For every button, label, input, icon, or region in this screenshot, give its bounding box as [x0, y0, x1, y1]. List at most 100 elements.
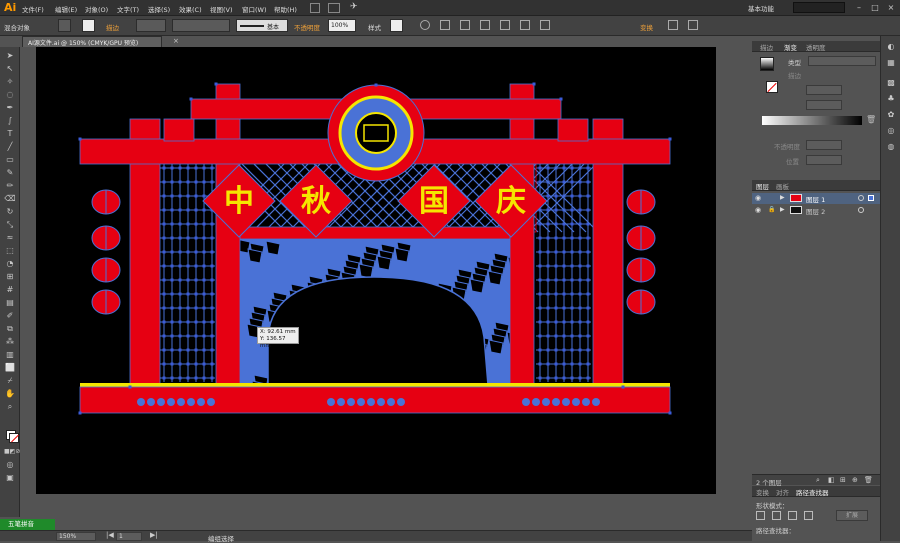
- free-transform-tool-icon[interactable]: ⬚: [4, 246, 16, 256]
- ime-status[interactable]: 五笔拼音: [0, 519, 55, 530]
- exclude-icon[interactable]: [804, 511, 813, 520]
- warp-tool-icon[interactable]: ≈: [4, 233, 16, 243]
- eyedropper-tool-icon[interactable]: ✐: [4, 311, 16, 321]
- tab-align[interactable]: 对齐: [776, 487, 789, 497]
- eye-icon[interactable]: ◉: [755, 206, 761, 214]
- zoom-tool-icon[interactable]: ⌕: [4, 402, 16, 412]
- gpu-icon[interactable]: ✈: [350, 2, 358, 12]
- symbol-sprayer-tool-icon[interactable]: ⁂: [4, 337, 16, 347]
- arrange-documents-icon[interactable]: [328, 3, 340, 13]
- variable-width-select[interactable]: [172, 19, 230, 32]
- screen-mode-icon[interactable]: ▣: [4, 473, 16, 483]
- align-bottom-icon[interactable]: [540, 20, 550, 30]
- layer-name[interactable]: 图层 2: [806, 206, 825, 216]
- close-window-button[interactable]: ×: [883, 2, 899, 13]
- scale-tool-icon[interactable]: ⤡: [4, 220, 16, 230]
- artboard-canvas[interactable]: 中 秋 国 庆 X: 92.61 mm Y: 136.57 mm: [36, 47, 716, 494]
- shape-builder-tool-icon[interactable]: ◔: [4, 259, 16, 269]
- hand-tool-icon[interactable]: ✋: [4, 389, 16, 399]
- isolate-group-icon[interactable]: [668, 20, 678, 30]
- menu-view[interactable]: 视图(V): [210, 4, 233, 14]
- direct-selection-tool-icon[interactable]: ↖: [4, 64, 16, 74]
- selection-tool-icon[interactable]: ➤: [4, 51, 16, 61]
- artboard-tool-icon[interactable]: ⬜: [4, 363, 16, 373]
- gradient-type-select[interactable]: [808, 56, 876, 66]
- tab-stroke[interactable]: 描边: [760, 42, 773, 52]
- gradient-tool-icon[interactable]: ▤: [4, 298, 16, 308]
- column-graph-tool-icon[interactable]: ▥: [4, 350, 16, 360]
- swatches-panel-icon[interactable]: ▩: [886, 78, 896, 88]
- clipping-mask-icon[interactable]: ◧: [828, 476, 835, 484]
- line-tool-icon[interactable]: ╱: [4, 142, 16, 152]
- target-icon[interactable]: [858, 195, 864, 201]
- tab-transparency[interactable]: 透明度: [806, 42, 826, 52]
- fill-swatch[interactable]: [58, 19, 71, 32]
- tab-pathfinder[interactable]: 路径查找器: [796, 487, 829, 497]
- tab-gradient[interactable]: 渐变: [784, 42, 797, 52]
- menu-help[interactable]: 帮助(H): [274, 4, 297, 14]
- color-mode-icons[interactable]: ■◩⊘: [4, 447, 20, 457]
- layer-name[interactable]: 图层 1: [806, 194, 825, 204]
- expand-button[interactable]: 扩展: [836, 510, 868, 521]
- select-similar-icon[interactable]: [688, 20, 698, 30]
- graphic-style-swatch[interactable]: [390, 19, 403, 32]
- unite-icon[interactable]: [756, 511, 765, 520]
- expand-arrow-icon[interactable]: ▶: [780, 194, 785, 201]
- mesh-tool-icon[interactable]: #: [4, 285, 16, 295]
- align-icon[interactable]: [440, 20, 450, 30]
- stroke-swatch[interactable]: [82, 19, 95, 32]
- gradient-opacity-field[interactable]: [806, 140, 842, 150]
- expand-arrow-icon[interactable]: ▶: [780, 206, 785, 213]
- brushes-panel-icon[interactable]: ♣: [886, 94, 896, 104]
- rotate-tool-icon[interactable]: ↻: [4, 207, 16, 217]
- align-right-icon[interactable]: [480, 20, 490, 30]
- menu-effect[interactable]: 效果(C): [179, 4, 202, 14]
- opacity-field[interactable]: 100%: [328, 19, 356, 32]
- gradient-aspect-field[interactable]: [806, 100, 842, 110]
- drawing-mode-icon[interactable]: ◎: [4, 460, 16, 470]
- trash-icon[interactable]: 🗑: [864, 476, 873, 484]
- appearance-panel-icon[interactable]: ◍: [886, 142, 896, 152]
- stroke-label[interactable]: 描边: [106, 22, 119, 32]
- minimize-button[interactable]: –: [851, 2, 867, 13]
- zoom-field[interactable]: 150%: [56, 532, 96, 541]
- gradient-position-field[interactable]: [806, 155, 842, 165]
- layer-row[interactable]: ◉ 🔒 ▶ 图层 2: [752, 205, 880, 216]
- symbols-panel-icon[interactable]: ✿: [886, 110, 896, 120]
- search-input[interactable]: [793, 2, 845, 13]
- gradient-slider[interactable]: [762, 116, 862, 125]
- trash-icon[interactable]: 🗑: [866, 115, 876, 124]
- menu-type[interactable]: 文字(T): [117, 4, 139, 14]
- layer-row[interactable]: ◉ ▶ 图层 1: [752, 193, 880, 204]
- first-artboard-icon[interactable]: |◀: [106, 531, 114, 539]
- workspace-switcher[interactable]: 基本功能: [748, 3, 774, 13]
- align-middle-icon[interactable]: [520, 20, 530, 30]
- new-layer-icon[interactable]: ⊕: [852, 476, 858, 484]
- bridge-icon[interactable]: [310, 3, 320, 13]
- tab-transform[interactable]: 变换: [756, 487, 769, 497]
- paintbrush-tool-icon[interactable]: ✎: [4, 168, 16, 178]
- intersect-icon[interactable]: [788, 511, 797, 520]
- menu-select[interactable]: 选择(S): [148, 4, 170, 14]
- transform-label[interactable]: 变换: [640, 22, 653, 32]
- menu-edit[interactable]: 编辑(E): [55, 4, 77, 14]
- target-icon[interactable]: [858, 207, 864, 213]
- tab-artboards[interactable]: 画板: [776, 181, 789, 191]
- rectangle-tool-icon[interactable]: ▭: [4, 155, 16, 165]
- blend-tool-icon[interactable]: ⧉: [4, 324, 16, 334]
- color-panel-icon[interactable]: ◐: [886, 42, 896, 52]
- new-sublayer-icon[interactable]: ⊞: [840, 476, 846, 484]
- type-tool-icon[interactable]: T: [4, 129, 16, 139]
- eraser-tool-icon[interactable]: ⌫: [4, 194, 16, 204]
- pen-tool-icon[interactable]: ✒: [4, 103, 16, 113]
- magic-wand-tool-icon[interactable]: ✧: [4, 77, 16, 87]
- menu-object[interactable]: 对象(O): [85, 4, 108, 14]
- opacity-label[interactable]: 不透明度: [294, 22, 320, 32]
- lasso-tool-icon[interactable]: ◌: [4, 90, 16, 100]
- curvature-tool-icon[interactable]: ∫: [4, 116, 16, 126]
- fill-stroke-swatch[interactable]: [766, 81, 778, 93]
- arch-artwork[interactable]: 中秋国庆: [36, 47, 716, 494]
- slice-tool-icon[interactable]: ⌿: [4, 376, 16, 386]
- menu-file[interactable]: 文件(F): [22, 4, 44, 14]
- align-center-icon[interactable]: [460, 20, 470, 30]
